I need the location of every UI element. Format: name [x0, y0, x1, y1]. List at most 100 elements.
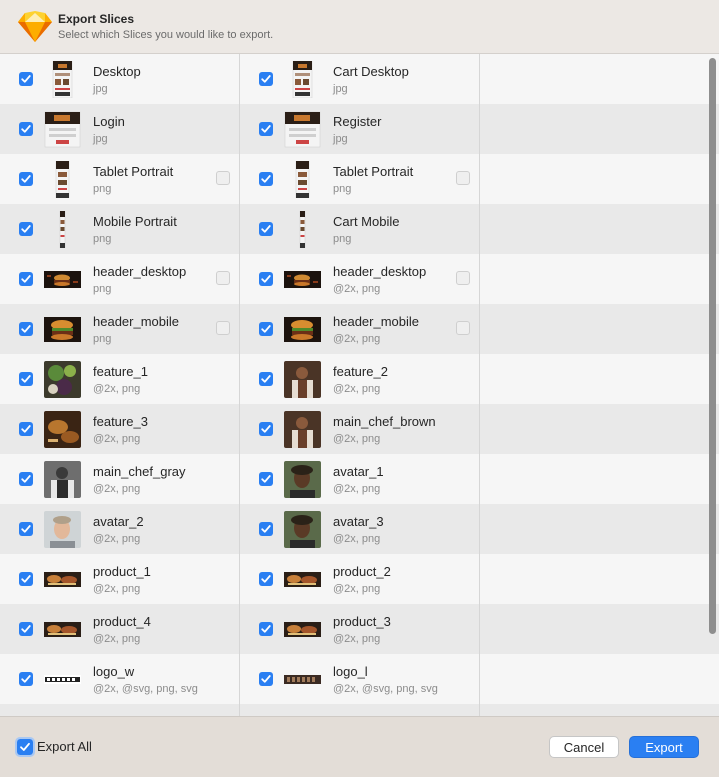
slice-checkbox[interactable] — [259, 522, 273, 536]
slice-name: main_chef_brown — [333, 414, 436, 429]
slice-item[interactable]: Desktop jpg — [0, 54, 240, 104]
slice-item[interactable]: main_chef_gray @2x, png — [0, 454, 240, 504]
slice-formats: @2x, png — [333, 433, 381, 445]
slice-item[interactable]: header_mobile @2x, png — [240, 304, 480, 354]
slice-checkbox[interactable] — [259, 422, 273, 436]
slice-item[interactable]: header_mobile png — [0, 304, 240, 354]
slice-formats: jpg — [333, 133, 348, 145]
dialog-subtitle: Select which Slices you would like to ex… — [58, 29, 274, 41]
slice-checkbox[interactable] — [19, 522, 33, 536]
slice-item[interactable]: Register jpg — [240, 104, 480, 154]
slice-checkbox[interactable] — [259, 472, 273, 486]
slice-item[interactable]: Login jpg — [0, 104, 240, 154]
slice-formats: @2x, png — [333, 483, 381, 495]
trim-toggle[interactable] — [216, 171, 230, 185]
column-divider — [479, 154, 480, 204]
slice-item[interactable]: Cart Desktop jpg — [240, 54, 480, 104]
slice-formats: png — [93, 183, 112, 195]
trim-toggle[interactable] — [456, 271, 470, 285]
dialog-title: Export Slices — [58, 12, 135, 26]
slice-checkbox[interactable] — [19, 172, 33, 186]
scrollbar-thumb[interactable] — [709, 58, 716, 634]
slice-formats: jpg — [93, 83, 108, 95]
column-divider — [479, 304, 480, 354]
slice-thumbnail — [44, 161, 81, 198]
trim-toggle[interactable] — [456, 321, 470, 335]
slice-item[interactable]: header_desktop png — [0, 254, 240, 304]
slice-checkbox[interactable] — [19, 422, 33, 436]
slice-checkbox[interactable] — [259, 222, 273, 236]
slice-checkbox[interactable] — [19, 572, 33, 586]
slice-checkbox[interactable] — [19, 472, 33, 486]
slice-item[interactable]: avatar_3 @2x, png — [240, 504, 480, 554]
slice-formats: png — [333, 183, 352, 195]
column-divider — [239, 204, 240, 254]
slice-checkbox[interactable] — [259, 372, 273, 386]
export-all-label[interactable]: Export All — [37, 739, 92, 754]
slice-checkbox[interactable] — [259, 122, 273, 136]
slice-formats: @2x, @svg, png, svg — [93, 683, 198, 695]
slice-checkbox[interactable] — [259, 672, 273, 686]
slice-checkbox[interactable] — [259, 272, 273, 286]
slice-name: header_desktop — [93, 264, 187, 279]
checkmark-icon — [261, 475, 271, 483]
slice-formats: @2x, png — [333, 383, 381, 395]
slice-item[interactable]: logo_l @2x, @svg, png, svg — [240, 654, 480, 704]
slice-item[interactable]: Tablet Portrait png — [240, 154, 480, 204]
slice-item[interactable]: avatar_2 @2x, png — [0, 504, 240, 554]
export-button[interactable]: Export — [629, 736, 699, 758]
trim-toggle[interactable] — [216, 321, 230, 335]
slice-item[interactable]: logo_w @2x, @svg, png, svg — [0, 654, 240, 704]
checkmark-icon — [261, 225, 271, 233]
trim-toggle[interactable] — [216, 271, 230, 285]
slice-formats: @2x, png — [93, 633, 141, 645]
checkmark-icon — [261, 175, 271, 183]
slice-checkbox[interactable] — [19, 222, 33, 236]
slice-thumbnail — [44, 561, 81, 598]
slice-item[interactable]: feature_1 @2x, png — [0, 354, 240, 404]
slice-checkbox[interactable] — [259, 172, 273, 186]
slice-item[interactable]: product_3 @2x, png — [240, 604, 480, 654]
slice-name: header_mobile — [93, 314, 180, 329]
export-all-checkbox[interactable] — [15, 737, 35, 757]
slice-checkbox[interactable] — [19, 622, 33, 636]
slice-formats: @2x, png — [93, 583, 141, 595]
slice-thumbnail — [284, 61, 321, 98]
slice-item[interactable]: product_2 @2x, png — [240, 554, 480, 604]
slice-item[interactable]: feature_3 @2x, png — [0, 404, 240, 454]
slice-item[interactable]: product_4 @2x, png — [0, 604, 240, 654]
slice-formats: png — [93, 233, 112, 245]
slice-item[interactable]: header_desktop @2x, png — [240, 254, 480, 304]
slice-name: feature_1 — [93, 364, 148, 379]
slice-checkbox[interactable] — [19, 72, 33, 86]
slice-checkbox[interactable] — [259, 622, 273, 636]
column-divider — [239, 404, 240, 454]
slice-checkbox[interactable] — [19, 272, 33, 286]
column-divider — [479, 254, 480, 304]
slice-thumbnail — [284, 261, 321, 298]
slice-checkbox[interactable] — [259, 572, 273, 586]
slice-list[interactable]: Desktop jpg Cart Desktop jpg Login jpg Registe… — [0, 54, 719, 716]
slice-item[interactable]: Cart Mobile png — [240, 204, 480, 254]
slice-checkbox[interactable] — [19, 322, 33, 336]
slice-name: product_4 — [93, 614, 151, 629]
slice-item[interactable]: feature_2 @2x, png — [240, 354, 480, 404]
trim-toggle[interactable] — [456, 171, 470, 185]
slice-item[interactable]: Tablet Portrait png — [0, 154, 240, 204]
checkmark-icon — [21, 475, 31, 483]
slice-item[interactable]: product_1 @2x, png — [0, 554, 240, 604]
slice-checkbox[interactable] — [19, 672, 33, 686]
slice-item[interactable]: avatar_1 @2x, png — [240, 454, 480, 504]
slice-checkbox[interactable] — [259, 322, 273, 336]
slice-checkbox[interactable] — [259, 72, 273, 86]
slice-item[interactable]: Mobile Portrait png — [0, 204, 240, 254]
slice-thumbnail — [44, 111, 81, 148]
column-divider — [239, 504, 240, 554]
slice-item[interactable]: main_chef_brown @2x, png — [240, 404, 480, 454]
slice-checkbox[interactable] — [19, 122, 33, 136]
checkmark-icon — [21, 375, 31, 383]
cancel-button[interactable]: Cancel — [549, 736, 619, 758]
slice-checkbox[interactable] — [19, 372, 33, 386]
slice-name: Register — [333, 114, 382, 129]
slice-name: header_mobile — [333, 314, 420, 329]
